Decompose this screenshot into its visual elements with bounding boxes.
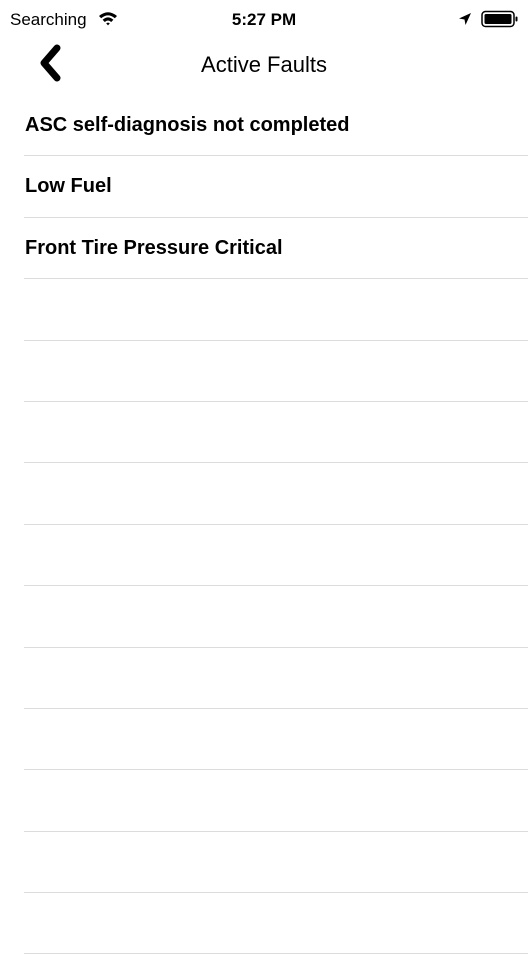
location-arrow-icon (458, 12, 472, 26)
empty-row (0, 463, 528, 526)
empty-row (0, 402, 528, 464)
page-title: Active Faults (201, 52, 327, 77)
navigation-bar: Active Faults (0, 40, 528, 90)
empty-row (0, 586, 528, 648)
empty-row (0, 893, 528, 954)
fault-row[interactable]: Front Tire Pressure Critical (0, 218, 528, 280)
fault-row[interactable]: ASC self-diagnosis not completed (0, 95, 528, 157)
fault-list: ASC self-diagnosis not completed Low Fue… (0, 95, 528, 954)
status-time: 5:27 PM (231, 10, 297, 29)
fault-row[interactable]: Low Fuel (0, 156, 528, 219)
empty-row (0, 709, 528, 771)
empty-row (0, 648, 528, 710)
status-bar: Searching 5:27 PM (0, 0, 528, 40)
empty-row (0, 341, 528, 403)
fault-label: Front Tire Pressure Critical (25, 236, 283, 259)
fault-label: Low Fuel (25, 175, 112, 198)
battery-icon (481, 10, 519, 28)
empty-row (0, 770, 528, 833)
empty-row (0, 279, 528, 341)
empty-row (0, 832, 528, 894)
fault-label: ASC self-diagnosis not completed (25, 114, 350, 136)
empty-row (0, 525, 528, 587)
